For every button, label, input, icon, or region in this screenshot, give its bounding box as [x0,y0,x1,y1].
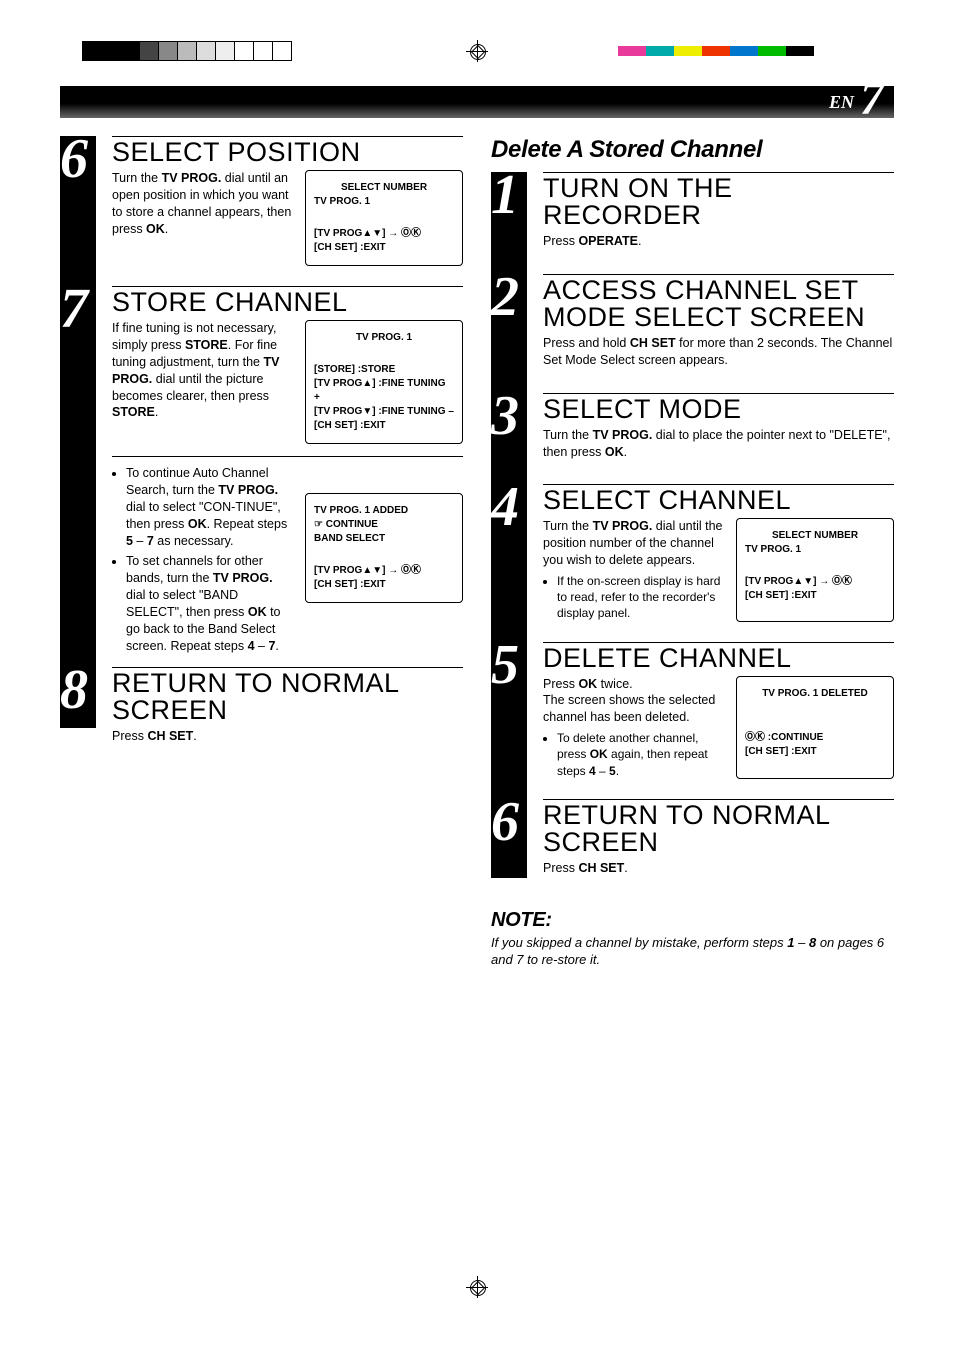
step-number-6r: 6 [491,803,519,842]
bullets-osd: TV PROG. 1 ADDED ☞ CONTINUE BAND SELECT … [305,493,463,603]
delete-stored-heading: Delete A Stored Channel [491,136,894,164]
r-step3-title: SELECT MODE [543,393,894,423]
page-lang: EN [829,92,854,113]
r-step5-bullet: To delete another channel, press OK agai… [557,730,724,779]
registration-mark-center [466,40,488,62]
step7-body: If fine tuning is not necessary, simply … [112,320,293,421]
step7-bullets-block: To continue Auto Channel Search, turn th… [112,465,463,659]
step-number-6: 6 [60,140,88,179]
r-step4-title: SELECT CHANNEL [543,484,894,514]
step8-body: Press CH SET. [112,728,463,745]
r-step6-title: RETURN TO NORMAL SCREEN [543,799,894,856]
page-number: 7 [860,80,884,118]
step6-body: Turn the TV PROG. dial until an open pos… [112,170,293,238]
note-heading: NOTE: [491,909,894,932]
step-number-5: 5 [491,646,519,685]
r-step4-bullet: If the on-screen display is hard to read… [557,573,724,622]
page-header-bar: EN 7 [60,86,894,118]
printer-marks-top [60,40,894,62]
step-number-3: 3 [491,397,519,436]
r-step2-body: Press and hold CH SET for more than 2 se… [543,335,894,369]
r-step5-title: DELETE CHANNEL [543,642,894,672]
cmyk-blocks [618,46,814,56]
step-number-7: 7 [60,290,88,329]
r-step4-body: Turn the TV PROG. dial until the positio… [543,518,724,569]
r-step3-body: Turn the TV PROG. dial to place the poin… [543,427,894,461]
step6-title: SELECT POSITION [112,136,463,166]
step7-title: STORE CHANNEL [112,286,463,316]
step-number-4: 4 [491,488,519,527]
manual-page: EN 7 6 SELECT POSITION Turn the TV PROG.… [0,0,954,1348]
r-step6-body: Press CH SET. [543,860,894,877]
r-step5-osd: TV PROG. 1 DELETED ⓄⓀ :CONTINUE [CH SET]… [736,676,894,779]
r-step1-title: TURN ON THE RECORDER [543,172,894,229]
step-number-8: 8 [60,671,88,710]
note-body: If you skipped a channel by mistake, per… [491,934,894,969]
r-step5-body: Press OK twice.The screen shows the sele… [543,676,724,727]
step-number-1: 1 [491,176,519,215]
step8-title: RETURN TO NORMAL SCREEN [112,667,463,724]
step7-osd: TV PROG. 1 [STORE] :STORE [TV PROG▲] :FI… [305,320,463,444]
r-step4-osd: SELECT NUMBER TV PROG. 1 [TV PROG▲▼] → Ⓞ… [736,518,894,621]
r-step1-body: Press OPERATE. [543,233,894,250]
step-number-2: 2 [491,278,519,317]
left-step-gutter [60,136,96,728]
step6-osd: SELECT NUMBER TV PROG. 1 [TV PROG▲▼] → Ⓞ… [305,170,463,266]
r-step2-title: ACCESS CHANNEL SET MODE SELECT SCREEN [543,274,894,331]
registration-mark-bottom [466,1276,488,1298]
grayscale-blocks [82,41,291,61]
